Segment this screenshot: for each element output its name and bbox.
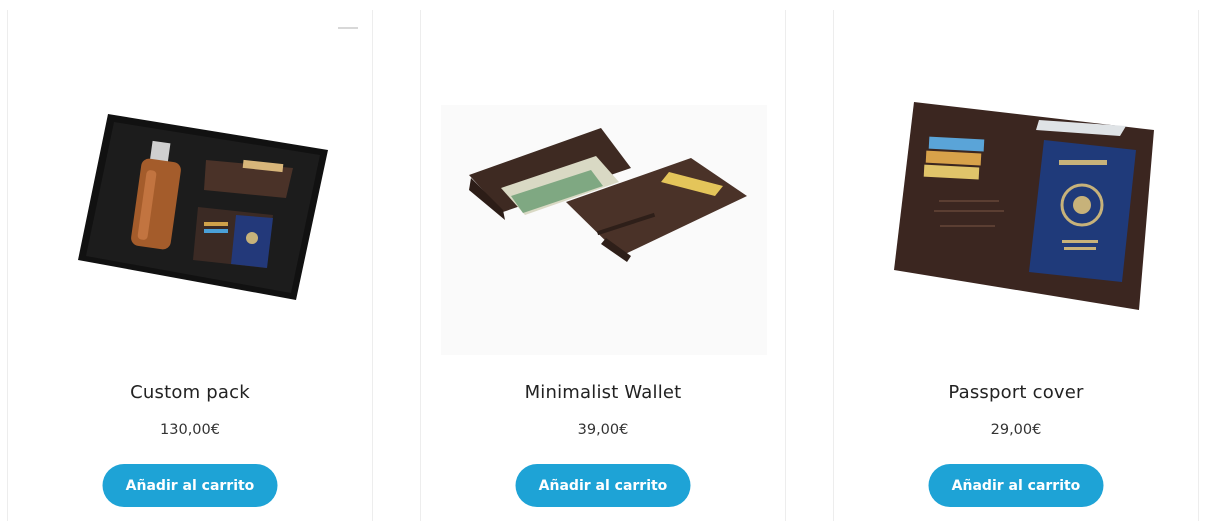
product-card: Passport cover 29,00€ Añadir al carrito xyxy=(833,10,1199,521)
product-name[interactable]: Custom pack xyxy=(8,382,372,403)
add-to-cart-button[interactable]: Añadir al carrito xyxy=(928,464,1104,507)
add-to-cart-button[interactable]: Añadir al carrito xyxy=(515,464,691,507)
product-card: Custom pack 130,00€ Añadir al carrito xyxy=(7,10,373,521)
product-card: Minimalist Wallet 39,00€ Añadir al carri… xyxy=(420,10,786,521)
add-to-cart-button[interactable]: Añadir al carrito xyxy=(102,464,278,507)
product-image-wallet[interactable] xyxy=(441,10,767,355)
product-name[interactable]: Minimalist Wallet xyxy=(421,382,785,403)
product-image-passport-cover[interactable] xyxy=(854,10,1180,355)
product-price: 130,00€ xyxy=(160,422,220,438)
product-grid: Custom pack 130,00€ Añadir al carrito Mi… xyxy=(0,0,1219,521)
product-price: 29,00€ xyxy=(990,422,1042,438)
product-price: 39,00€ xyxy=(577,422,629,438)
product-name[interactable]: Passport cover xyxy=(834,382,1198,403)
product-image-gift-box[interactable] xyxy=(28,10,354,355)
